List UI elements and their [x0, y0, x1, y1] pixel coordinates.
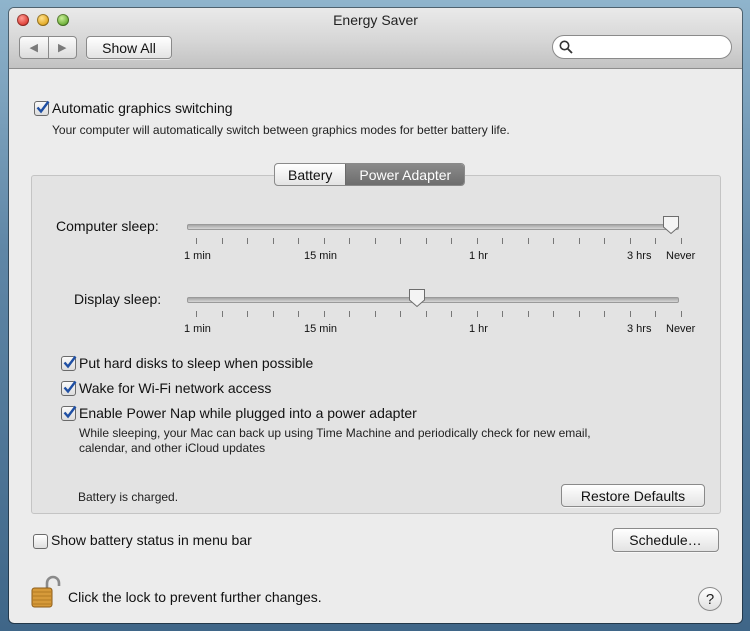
computer-sleep-tick-1hr: 1 hr [469, 250, 488, 262]
slider-tick [681, 311, 682, 317]
forward-button[interactable]: ▶ [47, 37, 77, 58]
search-icon [559, 40, 573, 54]
auto-graphics-label: Automatic graphics switching [52, 100, 233, 116]
slider-tick [196, 238, 197, 244]
checkmark-icon [63, 380, 77, 394]
slider-tick [579, 311, 580, 317]
power-source-tabs: Battery Power Adapter [274, 163, 466, 186]
slider-tick [222, 238, 223, 244]
slider-tick [400, 311, 401, 317]
slider-tick [349, 311, 350, 317]
computer-sleep-tick-never: Never [666, 250, 696, 262]
slider-tick [477, 311, 478, 317]
slider-tick [196, 311, 197, 317]
checkmark-icon [63, 355, 77, 369]
slider-tick [298, 238, 299, 244]
computer-sleep-track[interactable] [187, 224, 679, 230]
display-sleep-tick-3hrs: 3 hrs [627, 323, 652, 335]
computer-sleep-tick-3hrs: 3 hrs [627, 250, 652, 262]
display-sleep-tick-1min: 1 min [184, 323, 211, 335]
energy-saver-window: Energy Saver ◀ ▶ Show All Automatic grap… [9, 8, 742, 623]
lock-message: Click the lock to prevent further change… [68, 589, 322, 605]
power-nap-label: Enable Power Nap while plugged into a po… [79, 405, 417, 421]
back-forward-control: ◀ ▶ [19, 36, 77, 59]
slider-tick [247, 311, 248, 317]
slider-tick [553, 311, 554, 317]
display-sleep-tick-never: Never [666, 323, 696, 335]
computer-sleep-tick-1min: 1 min [184, 250, 211, 262]
display-sleep-track[interactable] [187, 297, 679, 303]
computer-sleep-label: Computer sleep: [56, 218, 159, 234]
power-nap-description-line2: calendar, and other iCloud updates [79, 441, 266, 455]
search-input[interactable] [552, 35, 732, 59]
slider-tick [502, 238, 503, 244]
wake-wifi-label: Wake for Wi-Fi network access [79, 380, 272, 396]
slider-tick [553, 238, 554, 244]
display-sleep-tick-15min: 15 min [304, 323, 338, 335]
hard-disk-sleep-label: Put hard disks to sleep when possible [79, 355, 314, 371]
menu-bar-status-label: Show battery status in menu bar [51, 532, 252, 548]
forward-arrow-icon: ▶ [58, 42, 67, 54]
show-all-button[interactable]: Show All [86, 36, 172, 59]
computer-sleep-slider-knob[interactable] [662, 215, 680, 235]
slider-tick [502, 311, 503, 317]
menu-bar-status-checkbox[interactable] [33, 534, 48, 549]
slider-tick [222, 311, 223, 317]
slider-tick [324, 311, 325, 317]
slider-tick [655, 311, 656, 317]
slider-tick [324, 238, 325, 244]
slider-tick [273, 238, 274, 244]
slider-tick [451, 238, 452, 244]
schedule-button[interactable]: Schedule… [612, 528, 719, 552]
window-title: Energy Saver [333, 12, 418, 28]
display-sleep-slider-knob[interactable] [408, 288, 426, 308]
power-nap-checkbox[interactable] [61, 405, 77, 421]
slider-tick [375, 238, 376, 244]
slider-tick [477, 238, 478, 244]
slider-tick [604, 238, 605, 244]
slider-tick [426, 311, 427, 317]
tab-power-adapter[interactable]: Power Adapter [345, 164, 465, 185]
title-bar: Energy Saver ◀ ▶ Show All [9, 8, 742, 69]
slider-tick [273, 311, 274, 317]
checkmark-icon [63, 405, 77, 419]
slider-tick [400, 238, 401, 244]
slider-tick [630, 311, 631, 317]
slider-tick [528, 311, 529, 317]
tab-battery[interactable]: Battery [275, 164, 345, 185]
display-sleep-tick-1hr: 1 hr [469, 323, 488, 335]
power-nap-description-line1: While sleeping, your Mac can back up usi… [79, 426, 591, 440]
back-button[interactable]: ◀ [20, 37, 48, 58]
lock-icon[interactable] [31, 575, 61, 609]
help-button[interactable]: ? [698, 587, 722, 611]
slider-tick [298, 311, 299, 317]
slider-tick [528, 238, 529, 244]
display-sleep-label: Display sleep: [74, 291, 162, 307]
slider-tick [451, 311, 452, 317]
slider-tick [655, 238, 656, 244]
slider-tick [247, 238, 248, 244]
auto-graphics-description: Your computer will automatically switch … [52, 123, 510, 137]
back-arrow-icon: ◀ [29, 42, 38, 54]
preferences-content: Automatic graphics switching Your comput… [9, 69, 742, 623]
restore-defaults-button[interactable]: Restore Defaults [561, 484, 705, 507]
slider-tick [426, 238, 427, 244]
computer-sleep-tick-15min: 15 min [304, 250, 338, 262]
slider-tick [681, 238, 682, 244]
wake-wifi-checkbox[interactable] [61, 380, 77, 396]
checkmark-icon [36, 100, 50, 114]
slider-tick [375, 311, 376, 317]
hard-disk-sleep-checkbox[interactable] [61, 355, 77, 371]
battery-status-text: Battery is charged. [78, 490, 179, 504]
auto-graphics-checkbox[interactable] [34, 100, 50, 116]
slider-tick [349, 238, 350, 244]
slider-tick [604, 311, 605, 317]
slider-tick [579, 238, 580, 244]
slider-tick [630, 238, 631, 244]
